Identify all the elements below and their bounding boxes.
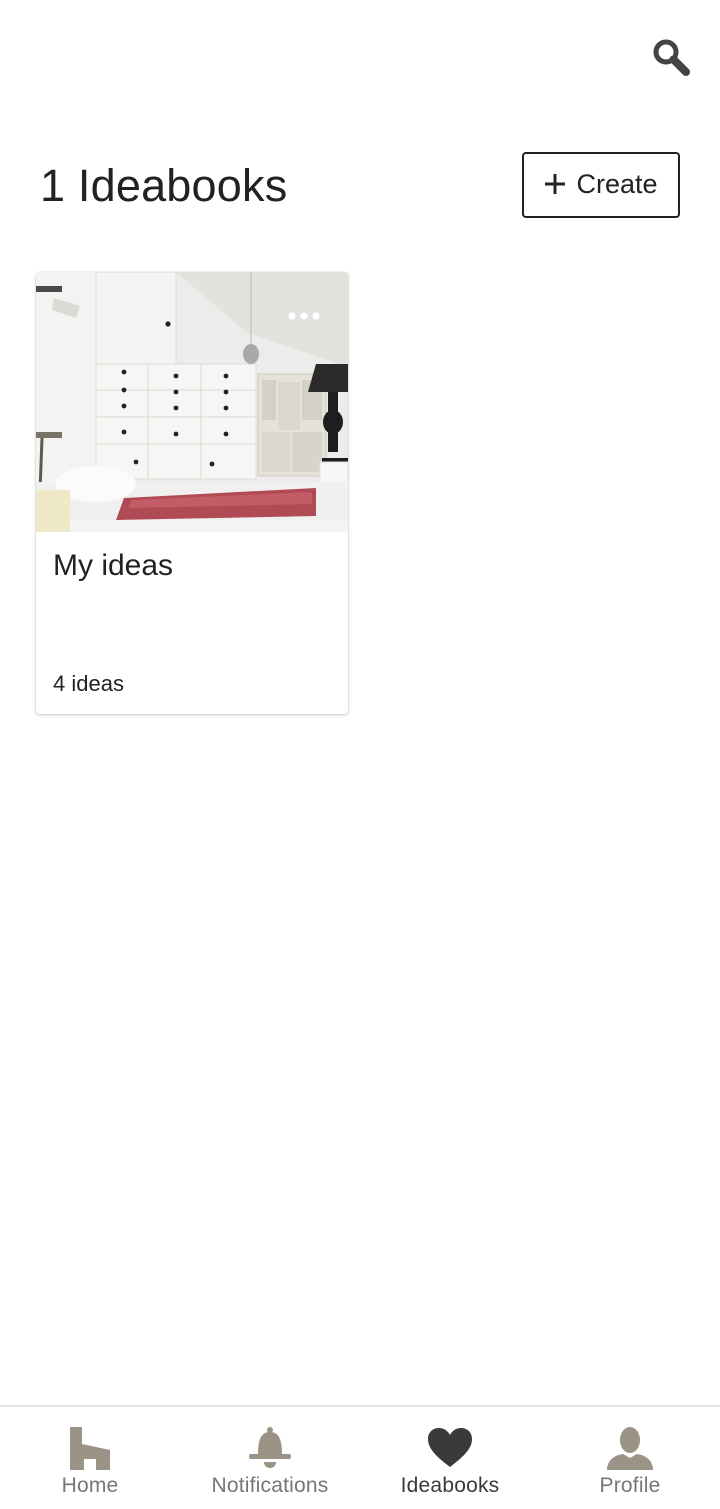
create-button-label: Create <box>576 168 658 199</box>
heart-icon <box>426 1425 474 1471</box>
nav-item-notifications[interactable]: Notifications <box>180 1407 360 1509</box>
nav-item-home[interactable]: Home <box>0 1407 180 1509</box>
bottom-navigation: Home Notifications Ideabooks Profile <box>0 1405 720 1509</box>
nav-label-home: Home <box>61 1474 119 1497</box>
person-icon <box>606 1425 654 1471</box>
nav-item-profile[interactable]: Profile <box>540 1407 720 1509</box>
ideabook-more-button[interactable] <box>276 296 332 336</box>
ideabook-title: My ideas <box>53 549 174 582</box>
nav-label-notifications: Notifications <box>211 1474 329 1497</box>
nav-label-ideabooks: Ideabooks <box>400 1474 500 1497</box>
plus-icon <box>544 173 566 195</box>
search-icon <box>653 39 690 76</box>
more-horizontal-icon <box>288 312 320 320</box>
nav-item-ideabooks[interactable]: Ideabooks <box>360 1407 540 1509</box>
nav-label-profile: Profile <box>599 1474 661 1497</box>
search-button[interactable] <box>648 34 696 82</box>
bell-icon <box>246 1425 294 1471</box>
home-icon <box>66 1425 114 1471</box>
ideabook-card[interactable]: My ideas 4 ideas <box>36 272 348 714</box>
page-title: 1 Ideabooks <box>40 160 288 211</box>
create-ideabook-button[interactable]: Create <box>522 152 680 218</box>
ideabook-count: 4 ideas <box>53 671 124 696</box>
